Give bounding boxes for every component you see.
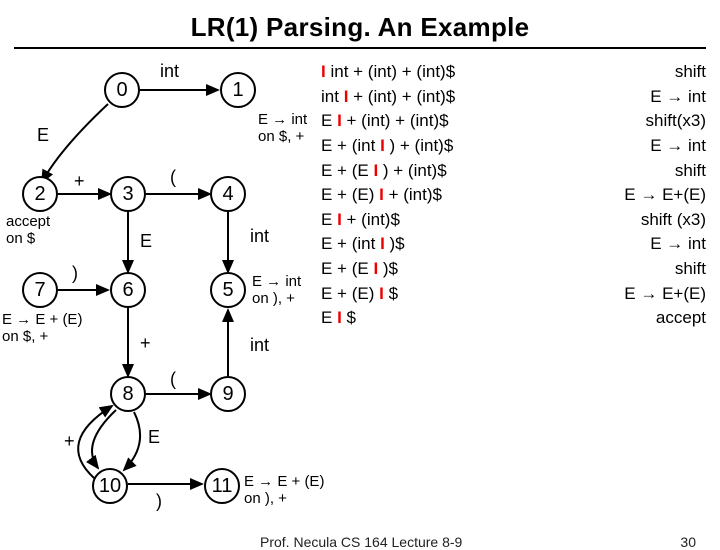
state-6: 6: [110, 272, 146, 308]
annot-eplus-dp: E → E + (E)on $, +: [2, 312, 82, 345]
edge-label-0-1: int: [160, 62, 179, 82]
edge-label-4-5: int: [250, 227, 269, 247]
state-8: 8: [110, 376, 146, 412]
edge-label-7-6: ): [72, 264, 78, 284]
page-title: LR(1) Parsing. An Example: [14, 0, 706, 49]
edge-label-8-10p: +: [64, 432, 75, 452]
edge-label-8-10e: E: [148, 428, 160, 448]
annot-eint-dp: E → inton $, +: [258, 112, 307, 145]
state-9: 9: [210, 376, 246, 412]
annot-eplus-rp: E → E + (E)on ), +: [244, 474, 324, 507]
state-7: 7: [22, 272, 58, 308]
edge-label-8-9: (: [170, 370, 176, 390]
annot-accept: accepton $: [6, 214, 50, 247]
edge-label-6-8: +: [140, 334, 151, 354]
state-2: 2: [22, 176, 58, 212]
edge-label-9-5: int: [250, 336, 269, 356]
dfa-diagram: 0 1 2 3 4 5 6 7 8 9 10 11 int E + ( E in…: [0, 54, 720, 540]
state-0: 0: [104, 72, 140, 108]
edge-label-10-11: ): [156, 492, 162, 512]
edge-label-3-4: (: [170, 168, 176, 188]
state-1: 1: [220, 72, 256, 108]
state-10: 10: [92, 468, 128, 504]
state-5: 5: [210, 272, 246, 308]
state-11: 11: [204, 468, 240, 504]
state-3: 3: [110, 176, 146, 212]
state-4: 4: [210, 176, 246, 212]
edge-label-3-6: E: [140, 232, 152, 252]
edge-label-2-3: +: [74, 172, 85, 192]
edge-label-0-2: E: [37, 126, 49, 146]
annot-eint-rp: E → inton ), +: [252, 274, 301, 307]
